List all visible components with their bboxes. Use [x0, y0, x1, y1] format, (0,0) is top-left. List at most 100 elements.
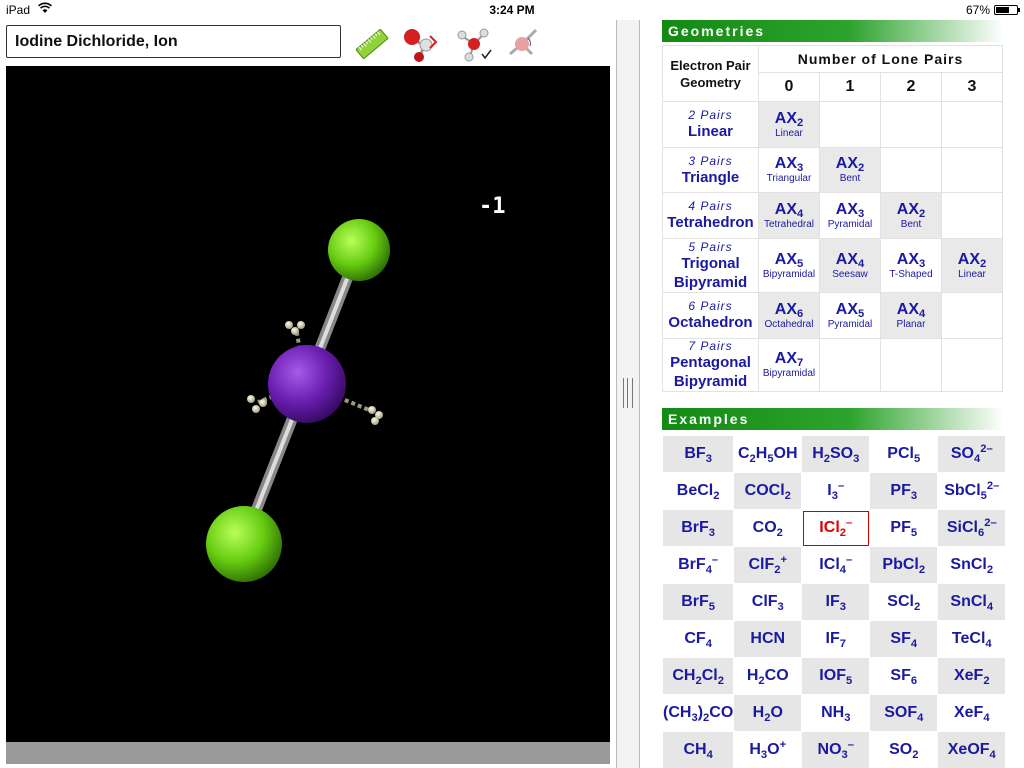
example-molecule[interactable]: CH2Cl2	[661, 657, 735, 695]
example-molecule[interactable]: BrF5	[661, 583, 735, 621]
molecule-viewer[interactable]: -1	[6, 66, 610, 742]
example-molecule[interactable]: SF6	[869, 657, 939, 695]
example-molecule[interactable]: SF4	[869, 620, 939, 658]
example-molecule[interactable]: HCN	[733, 620, 803, 658]
example-molecule[interactable]: SOF4	[869, 694, 939, 732]
ball-and-stick-button[interactable]	[400, 24, 440, 64]
example-molecule[interactable]: CF4	[661, 620, 735, 658]
example-molecule[interactable]: C2H5OH	[733, 435, 803, 473]
molecule-model	[206, 219, 390, 582]
geometry-row: 5 Pairs Trigonal Bipyramid AX5 Bipyramidal A…	[662, 238, 1003, 293]
example-molecule[interactable]: H2SO3	[801, 435, 871, 473]
lone-pair-count-header: 0	[758, 72, 820, 102]
example-molecule[interactable]: PF3	[869, 472, 939, 510]
example-molecule[interactable]: IF3	[801, 583, 871, 621]
example-molecule[interactable]: SO2	[869, 731, 939, 768]
example-molecule[interactable]: PbCl2	[869, 546, 939, 584]
lone-pairs-button[interactable]	[454, 24, 494, 64]
geometry-cell-empty	[819, 101, 881, 148]
example-molecule-selected[interactable]: ICl2–	[801, 509, 871, 547]
example-molecule[interactable]: TeCl4	[937, 620, 1007, 658]
molecular-shape-label: Bipyramidal	[762, 268, 816, 280]
molecule-title-field[interactable]: Iodine Dichloride, Ion	[6, 25, 341, 58]
example-molecule[interactable]: ClF2+	[733, 546, 803, 584]
example-molecule[interactable]: SnCl4	[937, 583, 1007, 621]
example-molecule[interactable]: BrF4–	[661, 546, 735, 584]
example-molecule[interactable]: IOF5	[801, 657, 871, 695]
pair-count-label: 7 Pairs	[688, 339, 733, 353]
geometry-name: Octahedron	[668, 314, 753, 331]
molecular-shape-label: Pyramidal	[827, 218, 873, 230]
lone-pair-model-icon	[457, 28, 492, 62]
example-molecule[interactable]: XeOF4	[937, 731, 1007, 768]
geometry-cell[interactable]: AX7 Bipyramidal	[758, 338, 820, 392]
example-molecule[interactable]: H2CO	[733, 657, 803, 695]
example-molecule[interactable]: COCl2	[733, 472, 803, 510]
bond-angle-button[interactable]	[502, 24, 542, 64]
geometry-cell[interactable]: AX2 Linear	[758, 101, 820, 148]
geometry-cell[interactable]: AX3 T-Shaped	[880, 238, 942, 293]
example-molecule[interactable]: SnCl2	[937, 546, 1007, 584]
example-molecule[interactable]: CO2	[733, 509, 803, 547]
battery-fill	[996, 7, 1010, 13]
example-molecule[interactable]: BrF3	[661, 509, 735, 547]
geometry-row: 2 Pairs Linear AX2 Linear	[662, 101, 1003, 148]
geometry-cell[interactable]: AX4 Planar	[880, 292, 942, 339]
lone-pair-count-header: 1	[819, 72, 881, 102]
geometry-cell[interactable]: AX4 Seesaw	[819, 238, 881, 293]
example-molecule[interactable]: ClF3	[733, 583, 803, 621]
ax-notation: AX4	[896, 300, 926, 320]
examples-row: CH2Cl2 H2CO IOF5 SF6 XeF2	[661, 657, 1007, 695]
example-molecule[interactable]: I3–	[801, 472, 871, 510]
example-molecule[interactable]: PCl5	[869, 435, 939, 473]
geometry-row-label[interactable]: 7 Pairs Pentagonal Bipyramid	[662, 338, 759, 392]
example-molecule[interactable]: SbCl52–	[937, 472, 1007, 510]
geometry-cell[interactable]: AX2 Bent	[880, 192, 942, 239]
geometry-row: 6 Pairs Octahedron AX6 Octahedral AX5 Pyramid…	[662, 292, 1003, 339]
example-molecule[interactable]: NO3–	[801, 731, 871, 768]
example-molecule[interactable]: BF3	[661, 435, 735, 473]
geometry-cell[interactable]: AX2 Bent	[819, 147, 881, 193]
geometry-cell[interactable]: AX5 Pyramidal	[819, 292, 881, 339]
example-molecule[interactable]: CH4	[661, 731, 735, 768]
geometry-cell[interactable]: AX6 Octahedral	[758, 292, 820, 339]
ax-notation: AX6	[774, 300, 804, 320]
geometry-cell[interactable]: AX5 Bipyramidal	[758, 238, 820, 293]
ruler-button[interactable]	[352, 24, 392, 64]
example-molecule[interactable]: PF5	[869, 509, 939, 547]
geometry-cell[interactable]: AX3 Pyramidal	[819, 192, 881, 239]
example-molecule[interactable]: H3O+	[733, 731, 803, 768]
geometry-row-label[interactable]: 6 Pairs Octahedron	[662, 292, 759, 339]
geometry-row-label[interactable]: 4 Pairs Tetrahedron	[662, 192, 759, 239]
geometry-cell[interactable]: AX3 Triangular	[758, 147, 820, 193]
ruler-icon	[355, 29, 389, 59]
example-molecule[interactable]: BeCl2	[661, 472, 735, 510]
example-molecule[interactable]: XeF4	[937, 694, 1007, 732]
geometry-cell[interactable]: AX4 Tetrahedral	[758, 192, 820, 239]
example-molecule[interactable]: IF7	[801, 620, 871, 658]
geometry-cell-empty	[880, 338, 942, 392]
example-molecule[interactable]: SCl2	[869, 583, 939, 621]
molecular-shape-label: Triangular	[766, 173, 812, 184]
example-molecule[interactable]: H2O	[733, 694, 803, 732]
examples-row: BeCl2 COCl2 I3– PF3 SbCl52–	[661, 472, 1007, 510]
molecular-shape-label: Bent	[900, 218, 922, 230]
drag-handle-icon[interactable]	[623, 378, 633, 408]
geometry-row-label[interactable]: 3 Pairs Triangle	[662, 147, 759, 193]
geometry-name: Pentagonal Bipyramid	[670, 354, 751, 390]
geometries-table: Electron Pair Geometry Number of Lone Pa…	[662, 45, 1003, 392]
example-molecule[interactable]: ICl4–	[801, 546, 871, 584]
example-molecule[interactable]: (CH3)2CO	[661, 694, 735, 732]
example-molecule[interactable]: SO42–	[937, 435, 1007, 473]
geometry-row-label[interactable]: 2 Pairs Linear	[662, 101, 759, 148]
ax-notation: AX2	[835, 155, 865, 174]
geometry-cell[interactable]: AX2 Linear	[941, 238, 1003, 293]
example-molecule[interactable]: SiCl62–	[937, 509, 1007, 547]
geometry-row-label[interactable]: 5 Pairs Trigonal Bipyramid	[662, 238, 759, 293]
example-molecule[interactable]: XeF2	[937, 657, 1007, 695]
ax-notation: AX2	[774, 109, 804, 129]
ax-notation: AX4	[774, 200, 804, 220]
pair-count-label: 3 Pairs	[688, 153, 733, 168]
split-view-divider[interactable]	[616, 20, 640, 768]
example-molecule[interactable]: NH3	[801, 694, 871, 732]
